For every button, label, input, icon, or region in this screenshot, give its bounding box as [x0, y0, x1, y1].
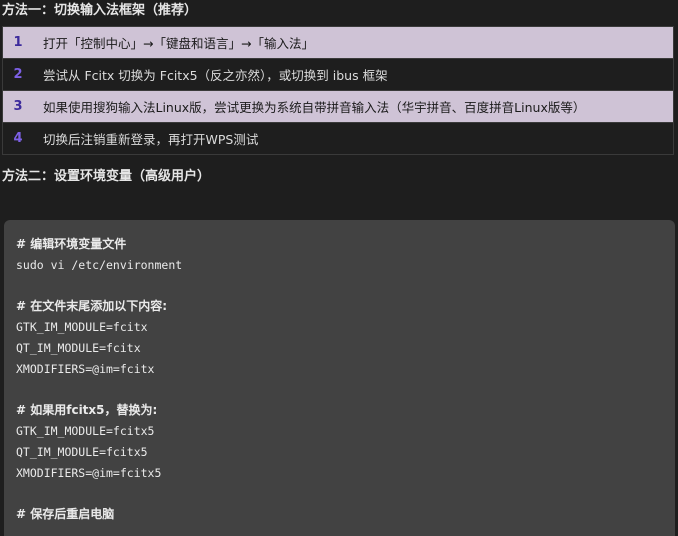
step-text: 尝试从 Fcitx 切换为 Fcitx5（反之亦然），或切换到 ibus 框架: [43, 68, 388, 83]
code-line: # 保存后重启电脑: [16, 507, 115, 522]
code-line: QT_IM_MODULE=fcitx: [16, 340, 141, 355]
step-row-3: 3 如果使用搜狗输入法Linux版，尝试更换为系统自带拼音输入法（华宇拼音、百度…: [2, 91, 674, 123]
step-text: 打开「控制中心」→「键盘和语言」→「输入法」: [43, 36, 314, 51]
step-number: 2: [13, 67, 23, 82]
code-line: GTK_IM_MODULE=fcitx: [16, 320, 148, 335]
step-row-4: 4 切换后注销重新登录，再打开WPS测试: [2, 123, 674, 155]
step-number: 4: [13, 131, 23, 146]
code-line: # 如果用fcitx5，替换为:: [16, 403, 158, 418]
code-line: GTK_IM_MODULE=fcitx5: [16, 424, 155, 439]
steps-table: 1 打开「控制中心」→「键盘和语言」→「输入法」 2 尝试从 Fcitx 切换为…: [2, 26, 674, 155]
step-number: 3: [13, 99, 23, 114]
code-line: sudo vi /etc/environment: [16, 257, 183, 272]
step-row-1: 1 打开「控制中心」→「键盘和语言」→「输入法」: [2, 27, 674, 59]
page: 方法一：切换输入法框架（推荐） 1 打开「控制中心」→「键盘和语言」→「输入法」…: [0, 0, 678, 536]
code-line: XMODIFIERS=@im=fcitx5: [16, 465, 162, 480]
code-line: XMODIFIERS=@im=fcitx: [16, 361, 155, 376]
step-text: 切换后注销重新登录，再打开WPS测试: [43, 132, 259, 147]
step-number: 1: [13, 35, 23, 50]
code-line: # 在文件末尾添加以下内容:: [16, 299, 168, 314]
step-row-2: 2 尝试从 Fcitx 切换为 Fcitx5（反之亦然），或切换到 ibus 框…: [2, 59, 674, 91]
code-block[interactable]: # 编辑环境变量文件 sudo vi /etc/environment # 在文…: [4, 220, 675, 536]
code-line: # 编辑环境变量文件: [16, 237, 127, 251]
step-text: 如果使用搜狗输入法Linux版，尝试更换为系统自带拼音输入法（华宇拼音、百度拼音…: [43, 100, 586, 115]
method1-title: 方法一：切换输入法框架（推荐）: [2, 3, 198, 18]
method2-title: 方法二：设置环境变量（高级用户）: [2, 169, 211, 184]
code-line: QT_IM_MODULE=fcitx5: [16, 444, 148, 459]
